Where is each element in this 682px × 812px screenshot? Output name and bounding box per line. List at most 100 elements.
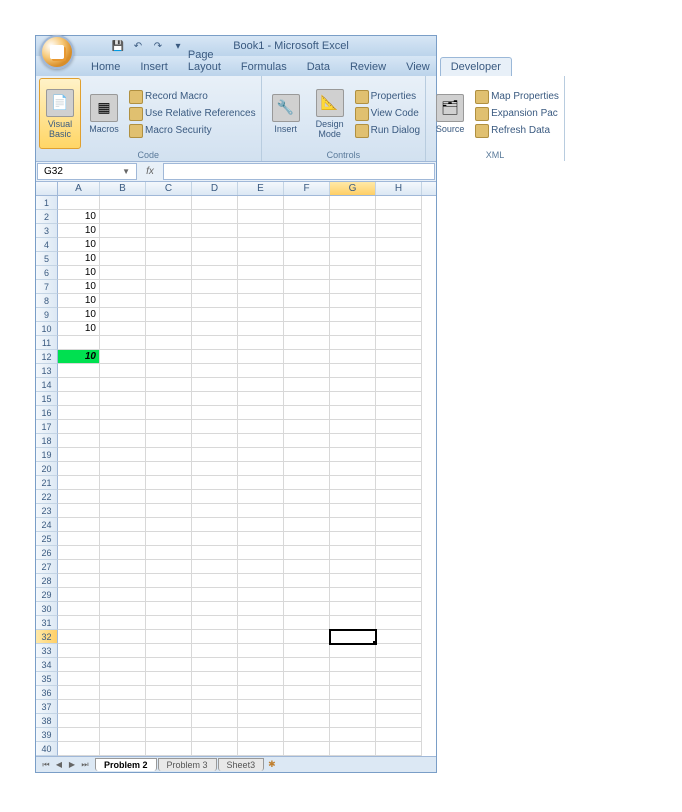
cell[interactable] [284, 504, 330, 518]
cell[interactable] [58, 574, 100, 588]
cell[interactable] [376, 364, 422, 378]
cell[interactable] [330, 574, 376, 588]
cell[interactable] [238, 322, 284, 336]
cell[interactable] [238, 210, 284, 224]
cell[interactable] [330, 392, 376, 406]
select-all-corner[interactable] [36, 182, 58, 195]
cell[interactable] [146, 378, 192, 392]
cell[interactable] [376, 518, 422, 532]
cell[interactable] [192, 602, 238, 616]
name-box[interactable]: G32 ▼ [37, 163, 137, 180]
cell[interactable] [330, 588, 376, 602]
cell[interactable] [238, 434, 284, 448]
cell[interactable] [284, 700, 330, 714]
row-header[interactable]: 28 [36, 574, 58, 588]
cell[interactable] [238, 294, 284, 308]
cell[interactable] [146, 434, 192, 448]
cell[interactable] [192, 672, 238, 686]
cell[interactable] [100, 476, 146, 490]
cell[interactable] [284, 630, 330, 644]
cell[interactable] [376, 504, 422, 518]
cell[interactable] [100, 644, 146, 658]
cell[interactable] [146, 308, 192, 322]
sheet-nav-button[interactable]: ◀ [53, 759, 65, 771]
cell[interactable] [238, 588, 284, 602]
cell[interactable] [284, 742, 330, 756]
cell[interactable] [192, 392, 238, 406]
cell[interactable] [284, 238, 330, 252]
cell[interactable] [330, 616, 376, 630]
cell[interactable] [284, 546, 330, 560]
cell[interactable] [238, 728, 284, 742]
cell[interactable] [238, 448, 284, 462]
cell[interactable] [100, 224, 146, 238]
cell[interactable] [284, 336, 330, 350]
cell[interactable] [146, 616, 192, 630]
namebox-dropdown-icon[interactable]: ▼ [122, 167, 130, 176]
cell[interactable] [376, 336, 422, 350]
cell[interactable] [146, 742, 192, 756]
xml-source-button[interactable]: 🗂 Source [429, 78, 471, 149]
tab-formulas[interactable]: Formulas [231, 58, 297, 76]
cell[interactable] [58, 686, 100, 700]
cell[interactable] [100, 350, 146, 364]
row-header[interactable]: 10 [36, 322, 58, 336]
row-header[interactable]: 39 [36, 728, 58, 742]
cell[interactable] [146, 518, 192, 532]
cell[interactable] [100, 728, 146, 742]
cell[interactable] [58, 462, 100, 476]
cell[interactable] [100, 574, 146, 588]
row-header[interactable]: 3 [36, 224, 58, 238]
refresh-data-button[interactable]: Refresh Data [473, 123, 561, 139]
cell[interactable] [376, 616, 422, 630]
cell[interactable] [58, 630, 100, 644]
cell[interactable] [100, 364, 146, 378]
cell[interactable] [100, 280, 146, 294]
cell[interactable] [238, 742, 284, 756]
cell[interactable] [284, 560, 330, 574]
cell[interactable] [58, 728, 100, 742]
cell[interactable] [284, 616, 330, 630]
cell[interactable] [376, 686, 422, 700]
cell[interactable] [58, 336, 100, 350]
cell[interactable] [100, 672, 146, 686]
cell[interactable] [284, 532, 330, 546]
row-header[interactable]: 24 [36, 518, 58, 532]
cell[interactable]: 10 [58, 322, 100, 336]
cell[interactable] [146, 322, 192, 336]
cell[interactable] [146, 714, 192, 728]
column-header[interactable]: B [100, 182, 146, 195]
cell[interactable] [376, 252, 422, 266]
cell[interactable] [330, 476, 376, 490]
cell[interactable] [192, 294, 238, 308]
cell[interactable] [58, 476, 100, 490]
cell[interactable] [330, 700, 376, 714]
cell[interactable] [146, 392, 192, 406]
cell[interactable] [238, 490, 284, 504]
fx-icon[interactable]: fx [138, 162, 162, 181]
column-header[interactable]: D [192, 182, 238, 195]
cell[interactable] [192, 742, 238, 756]
cell[interactable] [376, 392, 422, 406]
cell[interactable] [238, 602, 284, 616]
undo-icon[interactable]: ↶ [130, 38, 146, 54]
cell[interactable] [146, 658, 192, 672]
cell[interactable] [330, 252, 376, 266]
row-header[interactable]: 38 [36, 714, 58, 728]
cell[interactable] [192, 686, 238, 700]
cell[interactable] [330, 644, 376, 658]
cell[interactable] [100, 532, 146, 546]
row-header[interactable]: 33 [36, 644, 58, 658]
cell[interactable] [146, 700, 192, 714]
cell[interactable] [58, 658, 100, 672]
cell[interactable] [330, 336, 376, 350]
cell[interactable]: 10 [58, 210, 100, 224]
column-header[interactable]: E [238, 182, 284, 195]
sheet-tab[interactable]: Sheet3 [218, 758, 265, 771]
cell[interactable] [146, 532, 192, 546]
cell[interactable]: 10 [58, 350, 100, 364]
cell[interactable] [192, 350, 238, 364]
cell[interactable] [146, 364, 192, 378]
cell[interactable] [376, 448, 422, 462]
cell[interactable] [192, 378, 238, 392]
